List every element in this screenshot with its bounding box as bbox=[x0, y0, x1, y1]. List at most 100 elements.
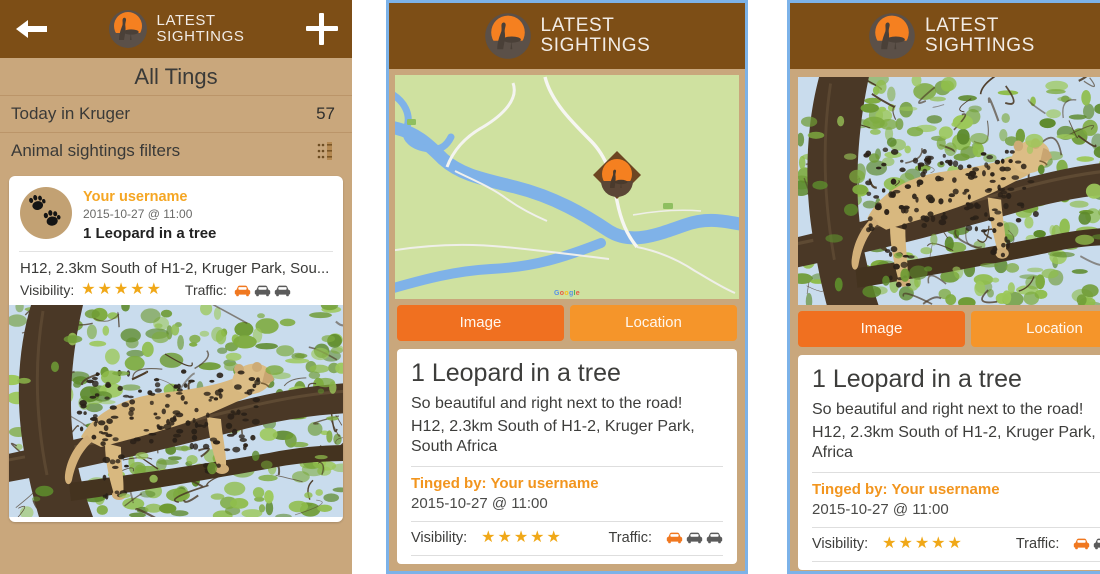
brand-line1: LATEST bbox=[925, 14, 999, 36]
username-label: Your username bbox=[83, 189, 188, 205]
detail-location: H12, 2.3km South of H1-2, Kruger Park, S… bbox=[812, 423, 1100, 461]
paw-prints-avatar bbox=[20, 187, 72, 239]
giraffe-acacia-sun-logo bbox=[108, 10, 147, 48]
car-icon bbox=[274, 285, 291, 296]
detail-meta-row: Visibility: ★ ★ ★ ★ ★ Traffic: bbox=[411, 528, 723, 546]
tab-location[interactable]: Location bbox=[570, 305, 737, 341]
detail-location: H12, 2.3km South of H1-2, Kruger Park, S… bbox=[411, 417, 695, 455]
brand-text: LATEST SIGHTINGS bbox=[540, 14, 651, 56]
panel-sightings-list: LATEST SIGHTINGS All Tings Today in Krug… bbox=[0, 0, 352, 574]
detail-meta-row: Visibility: ★ ★ ★ ★ ★ Traffic: bbox=[812, 534, 1100, 552]
giraffe-acacia-sun-logo bbox=[484, 13, 531, 59]
star-icon: ★ bbox=[113, 281, 129, 298]
brand-logo-group: LATEST SIGHTINGS bbox=[868, 12, 1035, 60]
visibility-label: Visibility: bbox=[20, 282, 75, 298]
star-icon: ★ bbox=[530, 528, 545, 546]
map-canvas[interactable]: Google bbox=[395, 75, 739, 299]
panel-sighting-detail-image: LATEST SIGHTINGS Image Location 1 Leopar… bbox=[787, 0, 1100, 574]
sighting-card[interactable]: Your username 2015-10-27 @ 11:00 1 Leopa… bbox=[9, 176, 343, 522]
app-header-panel2: LATEST SIGHTINGS bbox=[389, 3, 745, 69]
tinged-by-label: Tinged by: Your username bbox=[411, 474, 599, 492]
traffic-label: Traffic: bbox=[1015, 535, 1060, 552]
car-icon bbox=[234, 285, 251, 296]
star-icon: ★ bbox=[497, 528, 512, 546]
sightings-count-badge: 57 bbox=[316, 104, 335, 123]
star-icon: ★ bbox=[81, 281, 96, 298]
sighting-location-map[interactable]: Google bbox=[395, 75, 739, 299]
brand-line2: SIGHTINGS bbox=[156, 28, 245, 45]
tab-location[interactable]: Location bbox=[971, 311, 1100, 347]
visibility-stars: ★ ★ ★ ★ ★ bbox=[481, 528, 561, 546]
brand-line1: LATEST bbox=[156, 12, 216, 30]
star-icon: ★ bbox=[546, 528, 561, 546]
map-vector bbox=[395, 75, 739, 299]
star-icon: ★ bbox=[481, 528, 496, 546]
divider bbox=[812, 471, 1100, 473]
traffic-car-icons bbox=[1073, 537, 1100, 550]
visibility-label: Visibility: bbox=[812, 535, 869, 552]
list-item-today-in-kruger[interactable]: Today in Kruger 57 bbox=[0, 95, 352, 132]
list-item-label: Animal sightings filters bbox=[11, 141, 181, 160]
brand-line2: SIGHTINGS bbox=[925, 35, 1035, 56]
brand-logo-group: LATEST SIGHTINGS bbox=[108, 9, 245, 49]
traffic-label: Traffic: bbox=[608, 529, 652, 546]
tab-image[interactable]: Image bbox=[798, 311, 965, 347]
divider bbox=[812, 526, 1100, 528]
sighting-detail-card-panel2: 1 Leopard in a tree So beautiful and rig… bbox=[397, 349, 737, 564]
detail-title: 1 Leopard in a tree bbox=[411, 359, 621, 387]
filter-sliders-icon[interactable] bbox=[317, 141, 335, 161]
star-icon: ★ bbox=[931, 534, 946, 552]
detail-title: 1 Leopard in a tree bbox=[812, 365, 1022, 393]
panel1-body: All Tings Today in Kruger 57 Animal sigh… bbox=[0, 58, 352, 574]
back-arrow-icon[interactable] bbox=[14, 17, 48, 41]
sighting-photo-leopard[interactable] bbox=[798, 77, 1100, 305]
star-icon: ★ bbox=[898, 534, 913, 552]
star-icon: ★ bbox=[97, 281, 112, 298]
star-icon: ★ bbox=[130, 281, 145, 298]
brand-text: LATEST SIGHTINGS bbox=[157, 13, 245, 45]
sighting-detail-card-panel3: 1 Leopard in a tree So beautiful and rig… bbox=[798, 355, 1100, 570]
detail-description: So beautiful and right next to the road! bbox=[812, 400, 1084, 418]
section-title-all-tings: All Tings bbox=[134, 64, 218, 89]
detail-timestamp: 2015-10-27 @ 11:00 bbox=[411, 494, 548, 512]
visibility-stars: ★ ★ ★ ★ ★ bbox=[882, 534, 962, 552]
car-icon bbox=[254, 285, 271, 296]
sighting-card-header: Your username 2015-10-27 @ 11:00 1 Leopa… bbox=[9, 176, 343, 251]
tinged-by-label: Tinged by: Your username bbox=[812, 480, 1000, 498]
car-icon bbox=[706, 532, 723, 544]
detail-tabs-panel3: Image Location bbox=[790, 305, 1100, 347]
app-header-panel1: LATEST SIGHTINGS bbox=[0, 0, 352, 58]
traffic-car-icons bbox=[666, 531, 723, 544]
app-header-panel3: LATEST SIGHTINGS bbox=[790, 3, 1100, 69]
car-icon bbox=[666, 532, 683, 544]
star-icon: ★ bbox=[146, 281, 161, 298]
divider bbox=[812, 560, 1100, 562]
detail-description: So beautiful and right next to the road! bbox=[411, 394, 683, 412]
tab-image[interactable]: Image bbox=[397, 305, 564, 341]
visibility-stars: ★ ★ ★ ★ ★ bbox=[81, 282, 161, 298]
plus-icon[interactable] bbox=[306, 13, 338, 45]
divider bbox=[411, 520, 723, 522]
car-icon bbox=[1074, 538, 1090, 550]
sighting-photo-leopard[interactable] bbox=[9, 299, 343, 522]
giraffe-acacia-sun-logo bbox=[869, 13, 915, 59]
car-icon bbox=[1094, 538, 1100, 550]
brand-logo-group: LATEST SIGHTINGS bbox=[484, 12, 651, 60]
list-item-animal-sightings-filters[interactable]: Animal sightings filters bbox=[0, 132, 352, 169]
map-attribution: Google bbox=[554, 290, 580, 297]
brand-text: LATEST SIGHTINGS bbox=[925, 14, 1035, 56]
sighting-location: H12, 2.3km South of H1-2, Kruger Park, S… bbox=[20, 260, 330, 277]
sighting-title: 1 Leopard in a tree bbox=[83, 225, 217, 242]
star-icon: ★ bbox=[914, 534, 930, 552]
brand-line1: LATEST bbox=[540, 14, 615, 36]
traffic-car-icons bbox=[234, 284, 291, 297]
star-icon: ★ bbox=[513, 528, 529, 546]
list-item-label: Today in Kruger bbox=[11, 104, 131, 123]
panel-sighting-detail-map: LATEST SIGHTINGS Google Image Location 1… bbox=[386, 0, 748, 574]
traffic-label: Traffic: bbox=[184, 282, 227, 298]
detail-tabs-panel2: Image Location bbox=[389, 299, 745, 341]
divider bbox=[411, 465, 723, 467]
sighting-card-meta: Your username 2015-10-27 @ 11:00 1 Leopa… bbox=[83, 187, 216, 242]
divider bbox=[411, 554, 723, 556]
timestamp-label: 2015-10-27 @ 11:00 bbox=[83, 207, 193, 221]
